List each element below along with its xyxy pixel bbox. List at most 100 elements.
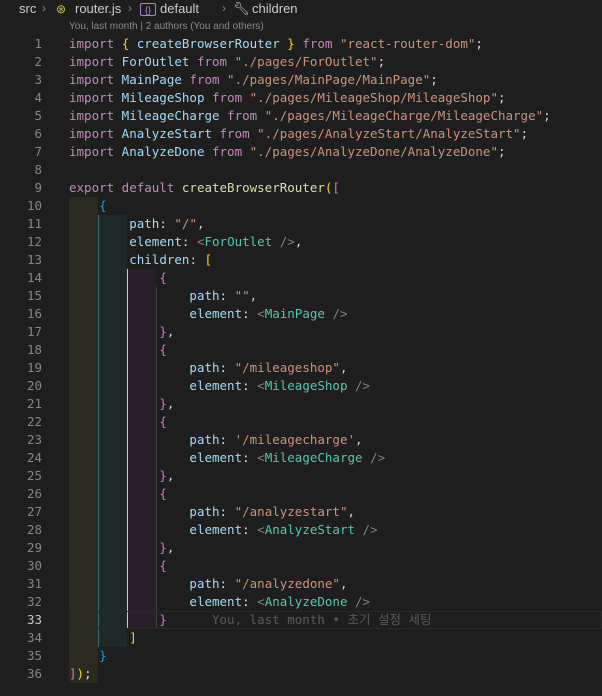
object-symbol-icon: {}	[140, 3, 156, 16]
code-text: {	[159, 486, 167, 501]
code-text: import MainPage from "./pages/MainPage/M…	[69, 72, 438, 87]
line-number: 18	[26, 342, 42, 357]
code-line[interactable]: 13 children: [	[0, 251, 602, 269]
code-line[interactable]: 2 import ForOutlet from "./pages/ForOutle…	[0, 53, 602, 71]
git-blame-annotation: You, last month • 초기 설정 세팅	[166, 612, 432, 627]
code-line[interactable]: 36]);	[0, 665, 602, 683]
line-number: 4	[34, 90, 42, 105]
line-number: 14	[26, 270, 42, 285]
code-line[interactable]: 31 path: "/analyzedone",	[0, 575, 602, 593]
code-line[interactable]: 3 import MainPage from "./pages/MainPage/…	[0, 71, 602, 89]
code-line[interactable]: 11 path: "/",	[0, 215, 602, 233]
code-line[interactable]: 12 element: <ForOutlet />,	[0, 233, 602, 251]
code-text: element: <AnalyzeStart />	[189, 522, 378, 537]
line-number: 35	[26, 648, 42, 663]
code-line[interactable]: 17 },	[0, 323, 602, 341]
line-number: 31	[26, 576, 42, 591]
wrench-icon: 🔧︎	[233, 1, 250, 16]
code-text: import ForOutlet from "./pages/ForOutlet…	[69, 54, 386, 69]
code-text: {	[159, 270, 167, 285]
code-line[interactable]: 34 ]	[0, 629, 602, 647]
breadcrumb-symbol-children[interactable]: children	[252, 1, 298, 16]
code-line[interactable]: 28 element: <AnalyzeStart />	[0, 521, 602, 539]
code-text: ]);	[69, 666, 92, 681]
line-number: 27	[26, 504, 42, 519]
line-number: 9	[34, 180, 42, 195]
git-codelens[interactable]: You, last month | 2 authors (You and oth…	[69, 21, 264, 32]
line-number: 36	[26, 666, 42, 681]
line-number: 32	[26, 594, 42, 609]
code-text: import AnalyzeDone from "./pages/Analyze…	[69, 144, 506, 159]
line-number: 8	[34, 162, 42, 177]
line-number: 13	[26, 252, 42, 267]
line-number: 21	[26, 396, 42, 411]
code-text: ]	[129, 630, 137, 645]
code-line[interactable]: 26 {	[0, 485, 602, 503]
chevron-right-icon: ›	[222, 1, 226, 15]
code-text: {	[159, 558, 167, 573]
breadcrumb: src › ⊛ router.js › {} default › 🔧︎ chil…	[0, 0, 602, 20]
code-line[interactable]: 30 {	[0, 557, 602, 575]
code-line[interactable]: 1 import { createBrowserRouter } from "re…	[0, 35, 602, 53]
code-line[interactable]: 35 }	[0, 647, 602, 665]
code-text: {	[99, 198, 107, 213]
code-text: {	[159, 414, 167, 429]
code-line[interactable]: 7 import AnalyzeDone from "./pages/Analyz…	[0, 143, 602, 161]
code-text: } You, last month • 초기 설정 세팅	[159, 612, 432, 627]
code-line[interactable]: 27 path: "/analyzestart",	[0, 503, 602, 521]
code-line[interactable]: 4 import MileageShop from "./pages/Mileag…	[0, 89, 602, 107]
line-number: 25	[26, 468, 42, 483]
code-line[interactable]: 8	[0, 161, 602, 179]
code-text: },	[159, 468, 175, 483]
code-text: path: "",	[189, 288, 258, 303]
line-number: 12	[26, 234, 42, 249]
code-line[interactable]: 24 element: <MileageCharge />	[0, 449, 602, 467]
code-text: path: "/",	[129, 216, 205, 231]
code-line[interactable]: 23 path: '/mileagecharge',	[0, 431, 602, 449]
chevron-right-icon: ›	[42, 1, 46, 15]
code-line[interactable]: 21 },	[0, 395, 602, 413]
line-number: 7	[34, 144, 42, 159]
line-number: 11	[26, 216, 42, 231]
code-text: element: <MileageCharge />	[189, 450, 386, 465]
line-number: 33	[26, 612, 42, 627]
line-number: 24	[26, 450, 42, 465]
code-line[interactable]: 25 },	[0, 467, 602, 485]
breadcrumb-symbol-default[interactable]: default	[160, 1, 199, 16]
code-line[interactable]: 14 {	[0, 269, 602, 287]
code-line[interactable]: 18 {	[0, 341, 602, 359]
line-number: 5	[34, 108, 42, 123]
code-text: element: <AnalyzeDone />	[189, 594, 371, 609]
code-line[interactable]: 19 path: "/mileageshop",	[0, 359, 602, 377]
line-number: 22	[26, 414, 42, 429]
code-line[interactable]: 6 import AnalyzeStart from "./pages/Analy…	[0, 125, 602, 143]
breadcrumb-folder[interactable]: src	[19, 1, 36, 16]
line-number: 17	[26, 324, 42, 339]
breadcrumb-file[interactable]: router.js	[75, 1, 121, 16]
code-text: children: [	[129, 252, 213, 267]
code-text: },	[159, 324, 175, 339]
code-line[interactable]: 33 } You, last month • 초기 설정 세팅	[0, 611, 602, 629]
code-line[interactable]: 29 },	[0, 539, 602, 557]
code-line[interactable]: 20 element: <MileageShop />	[0, 377, 602, 395]
code-line[interactable]: 16 element: <MainPage />	[0, 305, 602, 323]
code-text: element: <MileageShop />	[189, 378, 371, 393]
line-number: 20	[26, 378, 42, 393]
line-number: 1	[34, 36, 42, 51]
javascript-file-icon: ⊛	[56, 2, 67, 16]
line-number: 3	[34, 72, 42, 87]
line-number: 30	[26, 558, 42, 573]
code-text: import { createBrowserRouter } from "rea…	[69, 36, 483, 51]
line-number: 34	[26, 630, 42, 645]
code-text: element: <ForOutlet />,	[129, 234, 303, 249]
code-line[interactable]: 22 {	[0, 413, 602, 431]
line-number: 26	[26, 486, 42, 501]
code-line[interactable]: 9 export default createBrowserRouter([	[0, 179, 602, 197]
line-number: 2	[34, 54, 42, 69]
code-text: {	[159, 342, 167, 357]
line-number: 19	[26, 360, 42, 375]
code-line[interactable]: 15 path: "",	[0, 287, 602, 305]
code-line[interactable]: 10 {	[0, 197, 602, 215]
code-line[interactable]: 5 import MileageCharge from "./pages/Mile…	[0, 107, 602, 125]
code-line[interactable]: 32 element: <AnalyzeDone />	[0, 593, 602, 611]
